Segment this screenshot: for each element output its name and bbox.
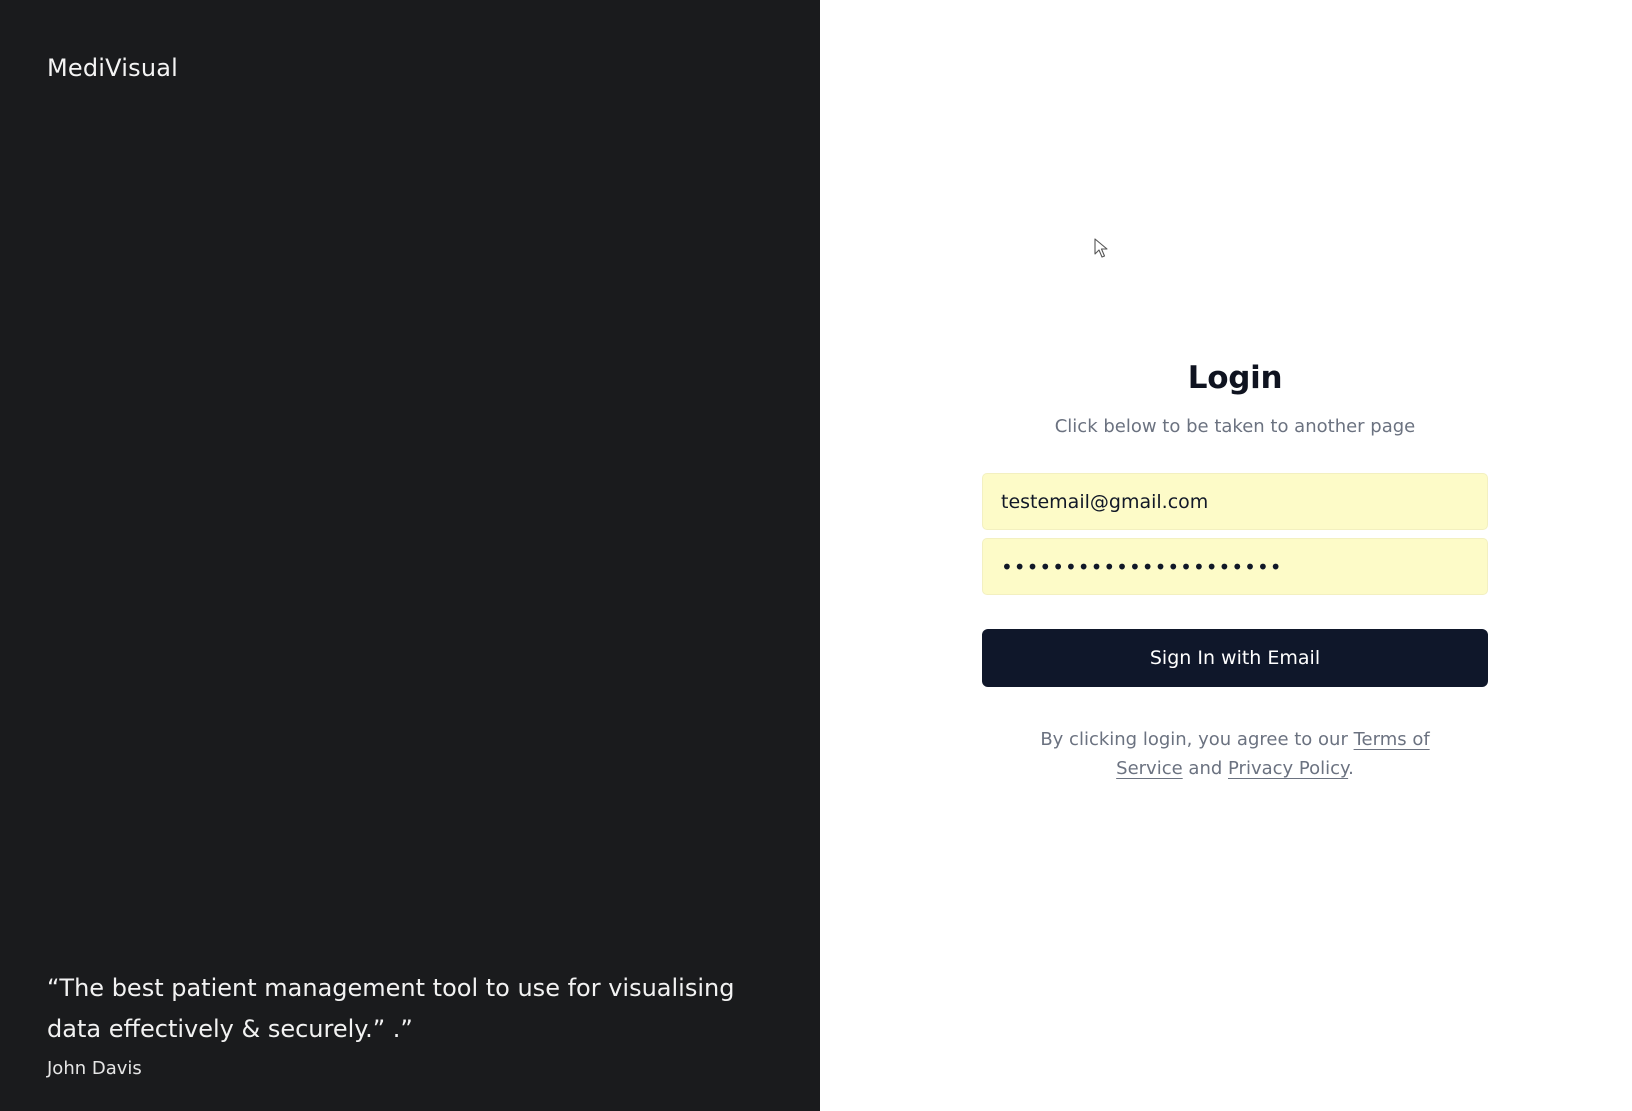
email-field[interactable]	[982, 473, 1488, 530]
brand-name: MediVisual	[47, 54, 179, 82]
legal-prefix: By clicking login, you agree to our	[1040, 729, 1354, 750]
sign-in-with-email-button[interactable]: Sign In with Email	[982, 629, 1488, 687]
login-form: Login Click below to be taken to another…	[982, 360, 1488, 783]
legal-and: and	[1182, 758, 1228, 779]
login-title: Login	[1187, 360, 1283, 396]
testimonial: “The best patient management tool to use…	[47, 968, 787, 1079]
brand-panel: MediVisual “The best patient management …	[0, 0, 820, 1111]
login-page: MediVisual “The best patient management …	[0, 0, 1632, 1111]
mouse-pointer-icon	[1094, 238, 1108, 258]
login-panel: Login Click below to be taken to another…	[820, 0, 1632, 1111]
login-subtitle: Click below to be taken to another page	[1054, 416, 1416, 437]
legal-notice: By clicking login, you agree to our Term…	[1020, 725, 1450, 783]
testimonial-quote: “The best patient management tool to use…	[47, 974, 735, 1043]
password-field[interactable]	[982, 538, 1488, 595]
privacy-policy-link[interactable]: Privacy Policy	[1228, 758, 1348, 779]
testimonial-author: John Davis	[47, 1058, 142, 1079]
legal-suffix: .	[1348, 758, 1354, 779]
